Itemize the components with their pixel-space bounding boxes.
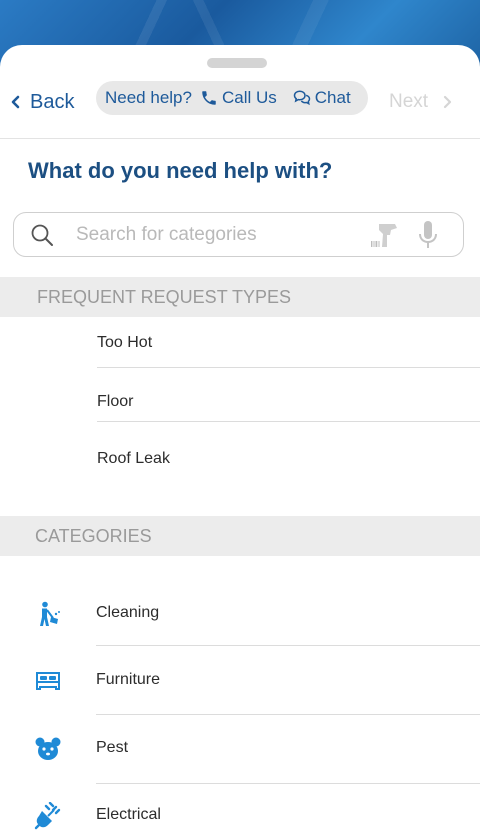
search-input[interactable] bbox=[76, 221, 356, 249]
chat-label: Chat bbox=[314, 88, 351, 107]
chevron-right-icon bbox=[443, 95, 452, 109]
chat-icon bbox=[293, 90, 311, 106]
divider bbox=[96, 714, 480, 715]
frequent-item-too-hot[interactable]: Too Hot bbox=[97, 329, 480, 357]
frequent-item-roof-leak[interactable]: Roof Leak bbox=[97, 445, 480, 473]
microphone-icon[interactable] bbox=[417, 220, 439, 250]
back-button[interactable]: Back bbox=[10, 85, 74, 119]
plug-icon bbox=[32, 802, 64, 830]
barcode-scanner-icon[interactable] bbox=[369, 221, 401, 249]
page-title: What do you need help with? bbox=[28, 158, 333, 183]
cleaning-icon bbox=[32, 600, 64, 628]
sheet-grabber[interactable] bbox=[207, 58, 267, 68]
divider bbox=[97, 421, 480, 422]
bed-icon bbox=[32, 667, 64, 695]
category-label: Pest bbox=[96, 739, 129, 756]
navigation-bar: Back Need help? Call Us Chat Next bbox=[0, 75, 480, 139]
category-pest[interactable]: Pest bbox=[0, 729, 480, 769]
category-furniture[interactable]: Furniture bbox=[0, 661, 480, 701]
divider bbox=[97, 367, 480, 368]
category-label: Furniture bbox=[96, 671, 161, 688]
need-help-label: Need help? bbox=[105, 88, 192, 107]
search-bar bbox=[13, 212, 464, 257]
next-label: Next bbox=[389, 91, 429, 112]
category-label: Cleaning bbox=[96, 604, 160, 621]
category-electrical[interactable]: Electrical bbox=[0, 796, 480, 836]
next-button[interactable]: Next bbox=[389, 85, 452, 119]
frequent-item-floor[interactable]: Floor bbox=[97, 388, 480, 416]
search-icon bbox=[31, 224, 53, 246]
pest-icon bbox=[32, 735, 64, 763]
help-pill: Need help? Call Us Chat bbox=[96, 81, 368, 115]
chevron-left-icon bbox=[11, 95, 20, 109]
category-cleaning[interactable]: Cleaning bbox=[0, 594, 480, 634]
divider bbox=[96, 783, 480, 784]
chat-button[interactable]: Chat bbox=[293, 88, 351, 108]
phone-icon bbox=[202, 91, 216, 105]
back-label: Back bbox=[30, 90, 75, 113]
divider bbox=[96, 645, 480, 646]
category-label: Electrical bbox=[96, 806, 161, 823]
frequent-request-types-header: FREQUENT REQUEST TYPES bbox=[0, 277, 480, 317]
categories-header: CATEGORIES bbox=[0, 516, 480, 556]
call-us-button[interactable]: Call Us bbox=[200, 88, 277, 108]
call-us-label: Call Us bbox=[221, 88, 277, 107]
bottom-sheet: Back Need help? Call Us Chat Next What d… bbox=[0, 45, 480, 837]
